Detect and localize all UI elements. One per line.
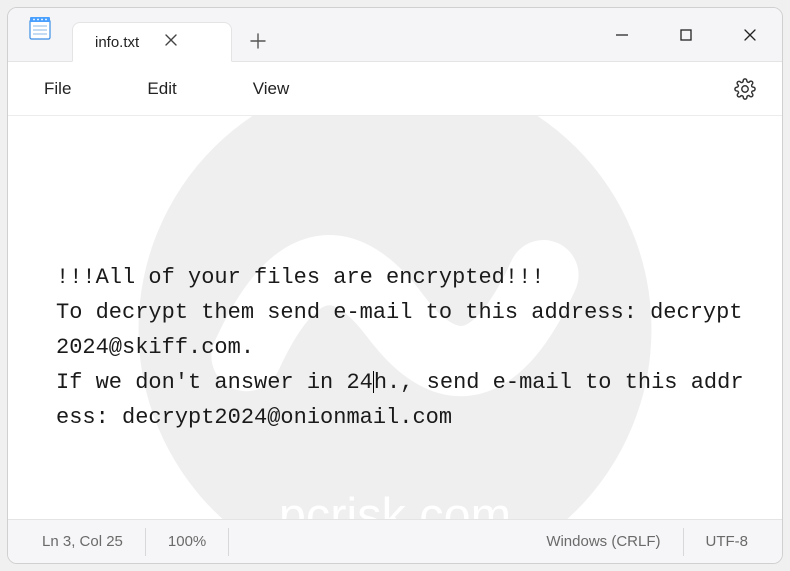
text-editor-area[interactable]: pcrisk.com !!!All of your files are encr… bbox=[8, 116, 782, 519]
minimize-button[interactable] bbox=[590, 8, 654, 62]
menubar: File Edit View bbox=[8, 62, 782, 116]
notepad-window: info.txt File Edit View bbox=[7, 7, 783, 564]
status-encoding: UTF-8 bbox=[684, 528, 771, 556]
tab-active[interactable]: info.txt bbox=[72, 22, 232, 62]
maximize-button[interactable] bbox=[654, 8, 718, 62]
close-window-button[interactable] bbox=[718, 8, 782, 62]
status-line-endings: Windows (CRLF) bbox=[524, 528, 683, 556]
settings-button[interactable] bbox=[726, 70, 764, 108]
menu-view[interactable]: View bbox=[239, 71, 304, 107]
close-tab-icon[interactable] bbox=[159, 31, 183, 53]
status-cursor-position: Ln 3, Col 25 bbox=[20, 528, 146, 556]
menu-edit[interactable]: Edit bbox=[133, 71, 190, 107]
text-line-3a: If we don't answer in 24 bbox=[56, 370, 373, 395]
statusbar: Ln 3, Col 25 100% Windows (CRLF) UTF-8 bbox=[8, 519, 782, 563]
text-line-1: !!!All of your files are encrypted!!! bbox=[56, 265, 544, 290]
svg-text:pcrisk.com: pcrisk.com bbox=[279, 488, 511, 519]
new-tab-button[interactable] bbox=[238, 21, 278, 61]
gear-icon bbox=[734, 78, 756, 100]
titlebar: info.txt bbox=[8, 8, 782, 62]
menu-file[interactable]: File bbox=[30, 71, 85, 107]
window-controls bbox=[590, 8, 782, 62]
document-text: !!!All of your files are encrypted!!! To… bbox=[56, 260, 746, 436]
text-line-2: To decrypt them send e-mail to this addr… bbox=[56, 300, 743, 360]
status-zoom[interactable]: 100% bbox=[146, 528, 229, 556]
tab-title: info.txt bbox=[95, 34, 139, 51]
notepad-app-icon bbox=[26, 14, 54, 42]
